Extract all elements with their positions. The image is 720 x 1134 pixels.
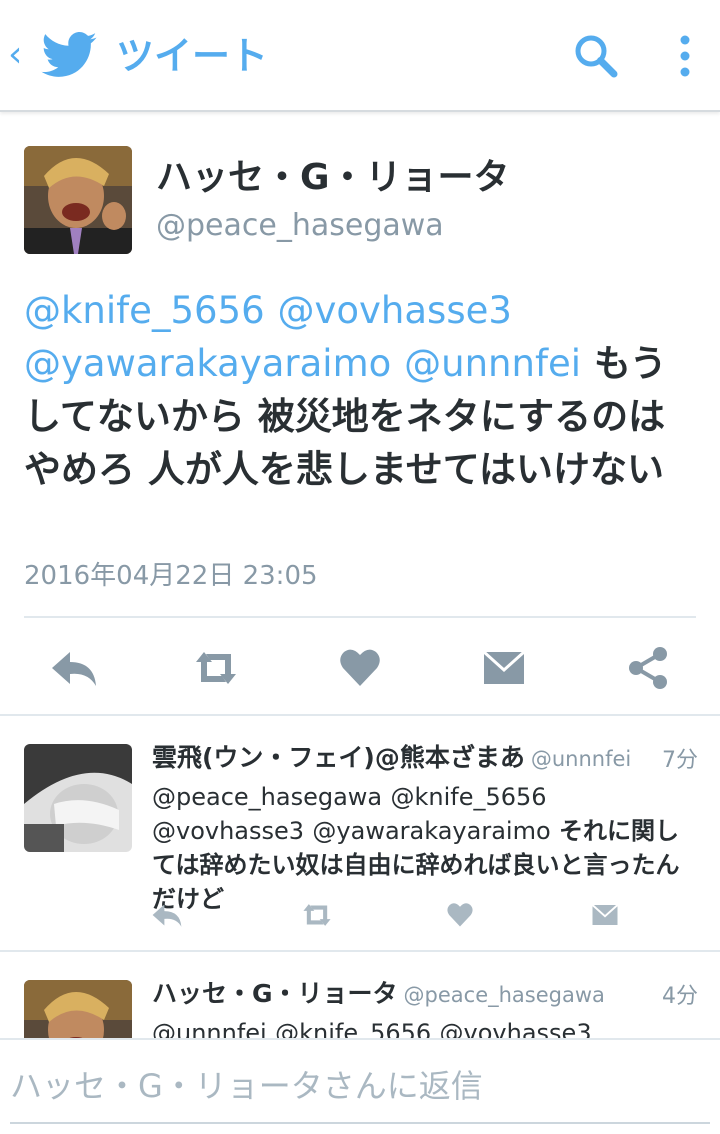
main-tweet: ハッセ・G・リョータ @peace_hasegawa @knife_5656 @…: [0, 118, 720, 714]
mention-link[interactable]: @unnnfei: [152, 1019, 267, 1040]
top-bar: ‹ ツイート: [0, 0, 720, 112]
reply-header: ハッセ・G・リョータ @peace_hasegawa 4分: [152, 974, 698, 1014]
search-icon[interactable]: [572, 32, 620, 80]
retweet-icon[interactable]: [298, 900, 336, 930]
direct-message-icon[interactable]: [590, 900, 620, 930]
input-underline: [10, 1122, 710, 1124]
timestamp: 2016年04月22日 23:05: [24, 561, 318, 591]
retweet-icon[interactable]: [188, 646, 244, 690]
mention-link[interactable]: @yawarakayaraimo: [24, 342, 391, 385]
direct-message-icon[interactable]: [480, 646, 528, 690]
reply-actions: [140, 896, 700, 936]
back-icon[interactable]: ‹: [8, 30, 30, 80]
avatar[interactable]: [24, 980, 132, 1040]
display-name[interactable]: ハッセ・G・リョータ: [152, 979, 398, 1008]
mention-link[interactable]: @unnnfei: [404, 342, 581, 385]
avatar[interactable]: [24, 744, 132, 852]
twitter-bird-icon[interactable]: [40, 32, 98, 78]
mention-link[interactable]: @peace_hasegawa: [152, 783, 382, 811]
mention-link[interactable]: @yawarakayaraimo: [312, 817, 550, 845]
tweet-actions: [0, 638, 720, 698]
like-icon[interactable]: [446, 900, 474, 930]
user-handle[interactable]: @peace_hasegawa: [156, 206, 444, 246]
reply-header: 雲飛(ウン・フェイ)@熊本ざまあ @unnnfei 7分: [152, 738, 698, 778]
relative-time: 7分: [662, 748, 698, 773]
mention-link[interactable]: @knife_5656: [24, 289, 265, 332]
more-icon[interactable]: [668, 30, 702, 82]
divider: [24, 616, 696, 618]
page-title: ツイート: [116, 34, 269, 78]
reply-icon[interactable]: [150, 900, 184, 930]
mention-link[interactable]: @knife_5656: [391, 783, 547, 811]
display-name[interactable]: ハッセ・G・リョータ: [156, 154, 510, 202]
like-icon[interactable]: [338, 646, 382, 690]
mention-link[interactable]: @knife_5656: [275, 1019, 431, 1040]
mention-link[interactable]: @vovhasse3: [152, 817, 304, 845]
user-handle[interactable]: @unnnfei: [531, 747, 631, 771]
avatar[interactable]: [24, 146, 132, 254]
reply-text: @unnnfei @knife_5656 @vovhasse3: [152, 1016, 698, 1040]
tweet-text: @knife_5656 @vovhasse3 @yawarakayaraimo …: [24, 284, 696, 496]
reply-tweet[interactable]: 雲飛(ウン・フェイ)@熊本ざまあ @unnnfei 7分 @peace_haseg…: [0, 714, 720, 950]
share-icon[interactable]: [626, 646, 670, 690]
mention-link[interactable]: @vovhasse3: [440, 1019, 592, 1040]
relative-time: 4分: [662, 984, 698, 1009]
reply-input[interactable]: [10, 1058, 700, 1114]
mention-link[interactable]: @vovhasse3: [278, 289, 512, 332]
display-name[interactable]: 雲飛(ウン・フェイ)@熊本ざまあ: [152, 743, 525, 772]
user-handle[interactable]: @peace_hasegawa: [404, 983, 605, 1007]
reply-composer: [0, 1038, 720, 1134]
reply-icon[interactable]: [48, 646, 100, 690]
reply-tweet[interactable]: ハッセ・G・リョータ @peace_hasegawa 4分 @unnnfei @k…: [0, 950, 720, 1040]
